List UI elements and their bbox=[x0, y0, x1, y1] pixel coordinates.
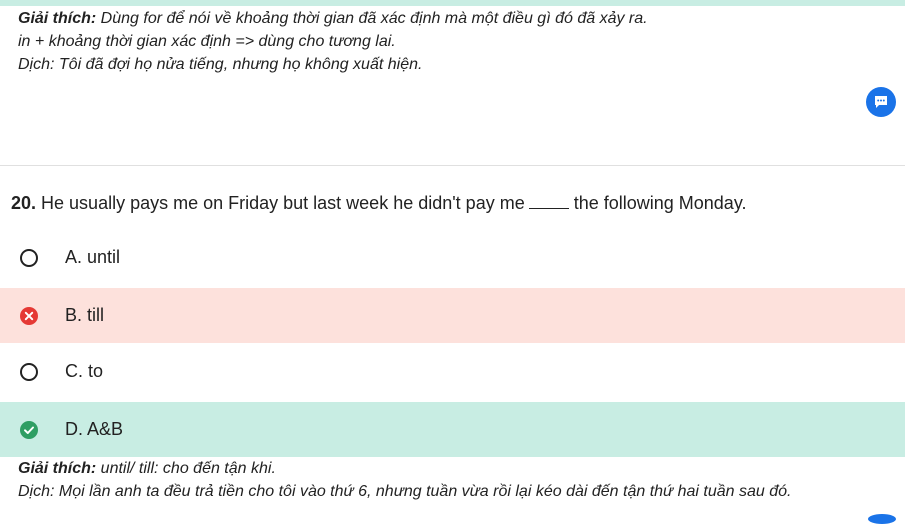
chat-button[interactable] bbox=[866, 87, 896, 117]
option-c-label: C. to bbox=[65, 361, 104, 381]
radio-empty-icon bbox=[20, 362, 38, 381]
question-text-after: the following Monday. bbox=[573, 193, 747, 213]
previous-explanation-line-2: in + khoảng thời gian xác định => dùng c… bbox=[18, 33, 396, 50]
previous-explanation-line-1: Giải thích: Dùng for để nói về khoảng th… bbox=[18, 7, 648, 30]
explanation-label: Giải thích: bbox=[18, 10, 97, 27]
question-text-before: He usually pays me on Friday but last we… bbox=[36, 193, 525, 213]
check-circle-icon bbox=[20, 420, 38, 439]
chat-bubble-icon bbox=[875, 96, 887, 108]
question-divider bbox=[0, 165, 905, 166]
x-circle-icon bbox=[20, 306, 38, 325]
previous-explanation: Giải thích: Dùng for để nói về khoảng th… bbox=[18, 7, 648, 76]
question-text: 20. He usually pays me on Friday but las… bbox=[11, 192, 747, 214]
previous-answer-highlight bbox=[0, 0, 905, 6]
explanation-text: Dùng for để nói về khoảng thời gian đã x… bbox=[96, 10, 648, 27]
explanation-text: until/ till: cho đến tận khi. bbox=[96, 460, 276, 477]
question-number: 20. bbox=[11, 193, 37, 213]
option-b[interactable]: B. till bbox=[0, 288, 905, 343]
option-b-label: B. till bbox=[65, 305, 105, 325]
answer-explanation-line-1: Giải thích: until/ till: cho đến tận khi… bbox=[18, 457, 792, 480]
option-d[interactable]: D. A&B bbox=[0, 402, 905, 457]
answer-blank bbox=[528, 196, 569, 209]
option-c[interactable]: C. to bbox=[0, 344, 905, 399]
option-a[interactable]: A. until bbox=[0, 230, 905, 285]
option-d-label: D. A&B bbox=[65, 419, 124, 439]
option-a-label: A. until bbox=[65, 247, 121, 267]
explanation-label: Giải thích: bbox=[18, 460, 97, 477]
answer-explanation-translation: Dịch: Mọi lần anh ta đều trả tiền cho tô… bbox=[18, 483, 792, 500]
chat-button-partial[interactable] bbox=[868, 514, 896, 524]
previous-explanation-translation: Dịch: Tôi đã đợi họ nửa tiếng, nhưng họ … bbox=[18, 56, 423, 73]
answer-explanation: Giải thích: until/ till: cho đến tận khi… bbox=[18, 457, 792, 503]
radio-empty-icon bbox=[20, 248, 38, 267]
